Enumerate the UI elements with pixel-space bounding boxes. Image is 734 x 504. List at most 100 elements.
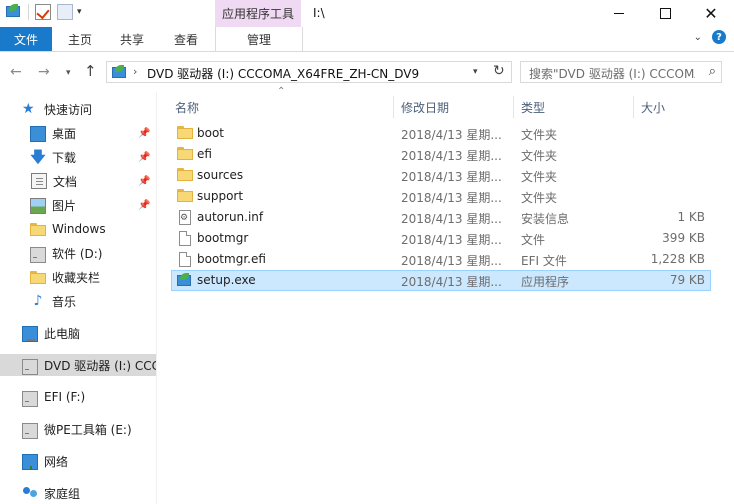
expand-ribbon-icon[interactable]: ⌄ (694, 32, 702, 43)
address-bar[interactable]: › DVD 驱动器 (I:) CCCOMA_X64FRE_ZH-CN_DV9 ▾… (106, 61, 512, 83)
drive-icon (30, 247, 46, 263)
tab-share[interactable]: 共享 (110, 27, 154, 51)
maximize-icon (659, 8, 671, 19)
table-row[interactable]: bootmgr.efi 2018/4/13 星期... EFI 文件 1,228… (171, 249, 711, 270)
file-date: 2018/4/13 星期... (401, 254, 502, 268)
sidebar-item-label: 网络 (44, 454, 69, 469)
sidebar-item-drive-d[interactable]: 软件 (D:) (0, 242, 156, 264)
search-box[interactable]: 搜索"DVD 驱动器 (I:) CCCOMA_X64FRE_ZH-CN_DV9"… (520, 61, 722, 83)
file-icon (177, 231, 193, 246)
file-date: 2018/4/13 星期... (401, 191, 502, 205)
search-icon[interactable]: ⌕ (709, 64, 716, 79)
maximize-button[interactable] (642, 0, 688, 27)
drive-icon (22, 423, 38, 439)
up-arrow-icon[interactable]: ↑ (84, 62, 97, 80)
file-size: 1,228 KB (650, 252, 705, 266)
column-divider[interactable] (513, 96, 514, 118)
homegroup-icon (22, 485, 38, 501)
pin-icon[interactable]: 📌 (138, 152, 150, 163)
new-folder-icon[interactable] (57, 4, 73, 20)
file-name: boot (197, 126, 225, 140)
column-header-date[interactable]: 修改日期 (401, 96, 449, 118)
table-row[interactable]: autorun.inf 2018/4/13 星期... 安装信息 1 KB (171, 207, 711, 228)
refresh-icon[interactable]: ↻ (493, 63, 505, 79)
download-icon: 🡇 (30, 148, 46, 166)
sidebar-item-label: 音乐 (52, 294, 77, 309)
breadcrumb-chevron-icon[interactable]: › (133, 65, 137, 78)
file-date: 2018/4/13 星期... (401, 233, 502, 247)
sidebar-item-dvd-drive[interactable]: DVD 驱动器 (I:) CCCOMA_X64FRE_ZH-CN_DV9 (0, 354, 156, 376)
quick-access-toolbar: ▾ (6, 4, 82, 20)
sidebar-item-pictures[interactable]: 图片 📌 (0, 194, 156, 216)
file-name: autorun.inf (197, 210, 264, 224)
sidebar-item-desktop[interactable]: 桌面 📌 (0, 122, 156, 144)
sidebar-item-downloads[interactable]: 🡇 下载 📌 (0, 146, 156, 168)
column-header-size[interactable]: 大小 (641, 96, 665, 118)
file-type: 文件夹 (521, 170, 558, 184)
pin-icon[interactable]: 📌 (138, 176, 150, 187)
setup-exe-icon (6, 4, 22, 18)
sidebar-item-label: 微PE工具箱 (E:) (44, 422, 132, 437)
desktop-icon (30, 126, 46, 142)
file-type: 文件 (521, 233, 546, 247)
address-dropdown-icon[interactable]: ▾ (473, 67, 478, 77)
table-row[interactable]: support 2018/4/13 星期... 文件夹 (171, 186, 711, 207)
close-button[interactable]: ✕ (688, 0, 734, 27)
recent-locations-icon[interactable]: ▾ (66, 68, 71, 78)
tab-view[interactable]: 查看 (162, 27, 210, 51)
properties-icon[interactable] (35, 4, 51, 20)
sidebar-item-drive-e[interactable]: 微PE工具箱 (E:) (0, 418, 156, 440)
table-row-selected[interactable]: setup.exe 2018/4/13 星期... 应用程序 79 KB (171, 270, 711, 291)
folder-icon (30, 269, 46, 285)
folder-icon (177, 147, 193, 161)
sidebar-item-drive-f[interactable]: EFI (F:) (0, 386, 156, 408)
qat-separator (28, 4, 29, 20)
table-row[interactable]: sources 2018/4/13 星期... 文件夹 (171, 165, 711, 186)
address-path[interactable]: DVD 驱动器 (I:) CCCOMA_X64FRE_ZH-CN_DV9 (147, 65, 419, 82)
ribbon-controls: ⌄ ? (694, 30, 726, 44)
sidebar-item-label: EFI (F:) (44, 390, 86, 404)
title-bar: ▾ 应用程序工具 I:\ ✕ (0, 0, 734, 27)
column-header-type[interactable]: 类型 (521, 96, 545, 118)
forward-arrow-icon[interactable]: → (38, 64, 50, 80)
tab-home[interactable]: 主页 (58, 27, 102, 51)
dvd-drive-icon (22, 359, 38, 375)
back-arrow-icon[interactable]: ← (10, 64, 22, 80)
file-type: 应用程序 (521, 275, 570, 289)
qat-dropdown-icon[interactable]: ▾ (77, 7, 82, 17)
file-list: ⌃ 名称 修改日期 类型 大小 boot 2018/4/13 星期... 文件夹… (157, 86, 734, 504)
tab-manage[interactable]: 管理 (215, 27, 303, 51)
ribbon-tabs: 文件 主页 共享 查看 管理 ⌄ ? (0, 27, 734, 52)
column-header-name[interactable]: 名称 (175, 96, 199, 118)
table-row[interactable]: efi 2018/4/13 星期... 文件夹 (171, 144, 711, 165)
network-icon (22, 453, 38, 470)
sidebar-item-label: DVD 驱动器 (I:) CCCOMA_X64FRE_ZH-CN_DV9 (44, 358, 156, 373)
sidebar-item-label: 快速访问 (44, 102, 93, 117)
sidebar-item-quick-access[interactable]: ★ 快速访问 (0, 98, 156, 120)
sidebar-item-network[interactable]: 网络 (0, 450, 156, 472)
sidebar-item-windows[interactable]: Windows (0, 218, 156, 240)
column-divider[interactable] (633, 96, 634, 118)
pictures-icon (30, 197, 46, 214)
sidebar-item-this-pc[interactable]: 此电脑 (0, 322, 156, 344)
table-row[interactable]: boot 2018/4/13 星期... 文件夹 (171, 123, 711, 144)
navigation-pane: ★ 快速访问 桌面 📌 🡇 下载 📌 文档 📌 图片 📌 Windows 软件 … (0, 92, 157, 504)
help-icon[interactable]: ? (712, 30, 726, 44)
pin-icon[interactable]: 📌 (138, 128, 150, 139)
pin-icon[interactable]: 📌 (138, 200, 150, 211)
sidebar-item-music[interactable]: ♪ 音乐 (0, 290, 156, 312)
table-row[interactable]: bootmgr 2018/4/13 星期... 文件 399 KB (171, 228, 711, 249)
sidebar-item-favorites-bar[interactable]: 收藏夹栏 (0, 266, 156, 288)
sidebar-item-documents[interactable]: 文档 📌 (0, 170, 156, 192)
file-date: 2018/4/13 星期... (401, 149, 502, 163)
file-type: EFI 文件 (521, 254, 567, 268)
app-setup-icon[interactable] (6, 4, 22, 20)
tab-file[interactable]: 文件 (0, 27, 52, 51)
file-name: setup.exe (197, 273, 256, 287)
search-input[interactable]: 搜索"DVD 驱动器 (I:) CCCOMA_X64FRE_ZH-CN_DV9" (529, 65, 695, 82)
folder-icon (177, 168, 193, 182)
sidebar-item-homegroup[interactable]: 家庭组 (0, 482, 156, 504)
minimize-button[interactable] (596, 0, 642, 27)
file-type: 文件夹 (521, 191, 558, 205)
column-divider[interactable] (393, 96, 394, 118)
